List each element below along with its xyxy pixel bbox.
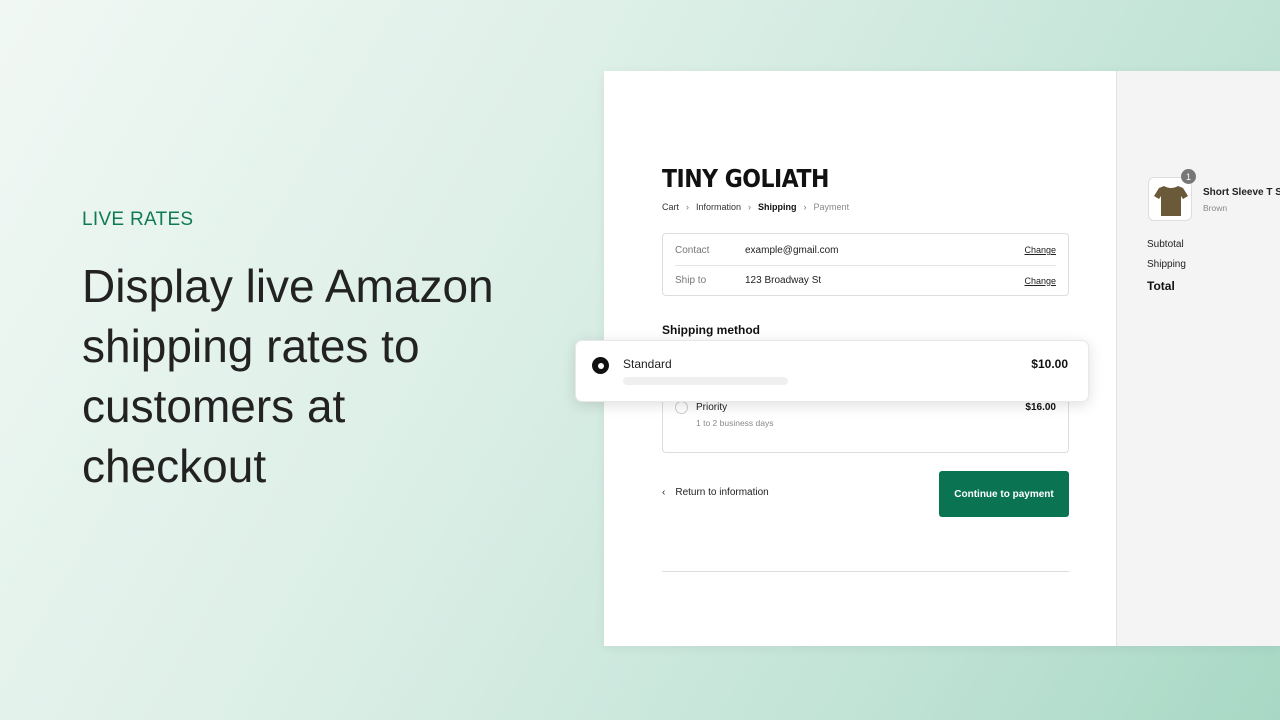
standard-name: Standard	[623, 357, 672, 371]
shipping-label: Shipping	[1147, 259, 1186, 270]
chevron-right-icon: ›	[748, 202, 752, 212]
breadcrumb-cart[interactable]: Cart	[662, 202, 679, 212]
ship-to-label: Ship to	[675, 275, 707, 286]
order-summary: 1 Short Sleeve T S Brown Subtotal Shippi…	[1116, 71, 1280, 646]
ship-to-row: Ship to 123 Broadway St Change	[675, 265, 1056, 295]
review-block: Contact example@gmail.com Change Ship to…	[662, 233, 1069, 296]
ship-to-value: 123 Broadway St	[745, 275, 822, 286]
standard-radio-selected[interactable]	[592, 357, 609, 374]
product-variant: Brown	[1203, 203, 1228, 213]
priority-price: $16.00	[1025, 402, 1056, 413]
standard-price: $10.00	[1031, 357, 1068, 371]
breadcrumb: Cart › Information › Shipping › Payment	[662, 202, 849, 212]
change-ship-to-link[interactable]: Change	[1024, 276, 1056, 286]
priority-name: Priority	[696, 402, 728, 413]
loading-placeholder	[623, 377, 788, 385]
continue-to-payment-button[interactable]: Continue to payment	[939, 471, 1069, 517]
return-to-information-link[interactable]: ‹ Return to information	[662, 487, 769, 498]
return-label: Return to information	[675, 487, 769, 498]
breadcrumb-shipping: Shipping	[758, 202, 797, 212]
quantity-badge: 1	[1181, 169, 1196, 184]
priority-detail: 1 to 2 business days	[696, 418, 774, 428]
chevron-right-icon: ›	[803, 202, 807, 212]
product-name: Short Sleeve T S	[1203, 187, 1280, 198]
chevron-right-icon: ›	[686, 202, 690, 212]
shipping-option-standard[interactable]: Standard $10.00	[575, 340, 1089, 402]
subtotal-label: Subtotal	[1147, 239, 1184, 250]
chevron-left-icon: ‹	[662, 487, 666, 498]
shipping-method-title: Shipping method	[662, 323, 760, 337]
divider	[662, 571, 1069, 572]
change-contact-link[interactable]: Change	[1024, 245, 1056, 255]
total-label: Total	[1147, 279, 1175, 293]
contact-value: example@gmail.com	[745, 244, 839, 256]
breadcrumb-payment: Payment	[813, 202, 850, 212]
store-logo: TINY GOLIATH	[662, 165, 829, 194]
breadcrumb-information[interactable]: Information	[696, 202, 741, 212]
eyebrow-label: LIVE RATES	[82, 209, 194, 230]
priority-radio[interactable]	[675, 401, 688, 414]
contact-label: Contact	[675, 244, 710, 256]
headline: Display live Amazon shipping rates to cu…	[82, 260, 494, 492]
tshirt-icon	[1154, 186, 1188, 216]
contact-row: Contact example@gmail.com Change	[675, 235, 1056, 265]
